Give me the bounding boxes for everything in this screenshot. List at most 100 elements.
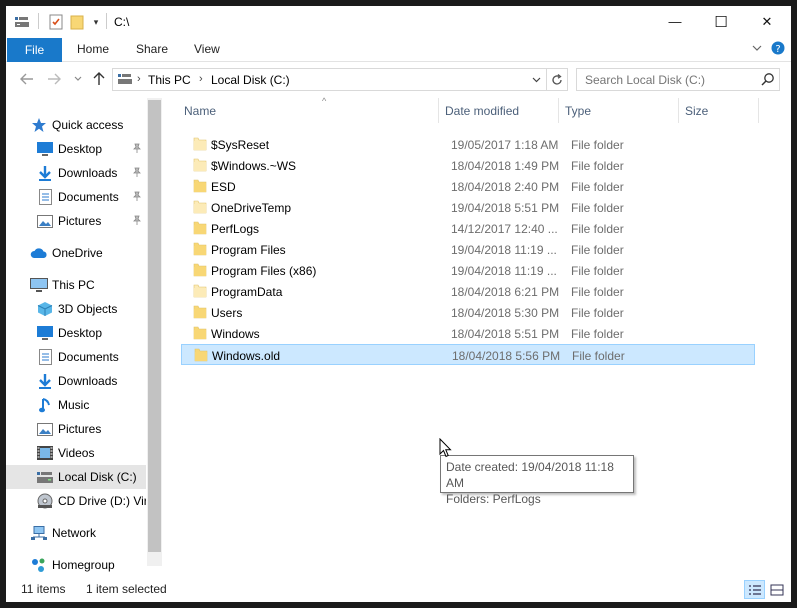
nav-label: Downloads (58, 166, 118, 180)
tab-share[interactable]: Share (136, 42, 168, 56)
search-icon[interactable] (761, 72, 775, 86)
help-icon[interactable]: ? (771, 41, 785, 58)
customize-qat-icon[interactable]: ▾ (90, 13, 102, 31)
nav-quick-access[interactable]: Quick access (6, 113, 146, 137)
scrollbar-thumb[interactable] (148, 100, 161, 552)
folder-icon (193, 221, 207, 235)
file-row[interactable]: $Windows.~WS 18/04/2018 1:49 PM File folde… (181, 155, 755, 176)
nav-cd-drive[interactable]: CD Drive (D:) Vir (6, 489, 146, 513)
breadcrumb-separator: › (199, 73, 203, 85)
refresh-button[interactable] (547, 68, 568, 91)
computer-icon (30, 276, 48, 294)
column-divider[interactable] (758, 98, 759, 123)
file-type: File folder (571, 264, 624, 278)
nav-qa-downloads[interactable]: Downloads (6, 161, 146, 185)
nav-downloads[interactable]: Downloads (6, 369, 146, 393)
nav-label: Homegroup (52, 558, 115, 572)
address-bar[interactable]: › This PC › Local Disk (C:) (112, 68, 547, 91)
pin-icon[interactable] (132, 143, 142, 156)
nav-videos[interactable]: Videos (6, 441, 146, 465)
system-menu-icon[interactable] (12, 13, 32, 31)
file-row[interactable]: OneDriveTemp 19/04/2018 5:51 PM File folde… (181, 197, 755, 218)
local-disk-icon (36, 468, 54, 486)
nav-documents[interactable]: Documents (6, 345, 146, 369)
breadcrumb-this-pc[interactable]: This PC (148, 73, 191, 87)
tab-view[interactable]: View (194, 42, 220, 56)
back-button[interactable] (19, 71, 35, 87)
properties-icon[interactable] (47, 13, 65, 31)
column-header-date-modified[interactable]: Date modified (445, 98, 555, 123)
breadcrumb-local-disk[interactable]: Local Disk (C:) (211, 73, 290, 87)
file-row[interactable]: Program Files 19/04/2018 11:19 ... File fo… (181, 239, 755, 260)
nav-homegroup[interactable]: Homegroup (6, 553, 146, 577)
pin-icon[interactable] (132, 215, 142, 228)
file-name: Users (211, 306, 243, 320)
minimize-button[interactable]: — (652, 6, 698, 37)
tooltip-folders: Folders: PerfLogs (446, 492, 541, 506)
ribbon-tabs: File Home Share View ? (6, 37, 791, 62)
folder-icon (193, 284, 207, 298)
chevron-down-icon[interactable] (752, 42, 762, 56)
folder-icon (193, 179, 207, 193)
address-dropdown-button[interactable] (526, 69, 546, 90)
nav-label: Downloads (58, 374, 118, 388)
file-row[interactable]: Program Files (x86) 19/04/2018 11:19 ... F… (181, 260, 755, 281)
column-divider[interactable] (558, 98, 559, 123)
file-name: Windows.old (212, 349, 281, 363)
recent-locations-button[interactable] (70, 71, 86, 87)
nav-scrollbar[interactable] (147, 98, 162, 566)
maximize-button[interactable]: ☐ (698, 6, 744, 37)
file-row[interactable]: ProgramData 18/04/2018 6:21 PM File folder (181, 281, 755, 302)
nav-local-disk[interactable]: Local Disk (C:) (6, 465, 146, 489)
folder-icon (193, 326, 207, 340)
nav-qa-documents[interactable]: Documents (6, 185, 146, 209)
file-date-modified: 19/04/2018 11:19 ... (451, 243, 557, 257)
nav-onedrive[interactable]: OneDrive (6, 241, 146, 265)
nav-label: Music (58, 398, 90, 412)
nav-music[interactable]: Music (6, 393, 146, 417)
large-icons-view-button[interactable] (766, 580, 787, 599)
search-input[interactable] (577, 69, 757, 90)
details-view-button[interactable] (744, 580, 765, 599)
file-row[interactable]: Windows 18/04/2018 5:51 PM File folder (181, 323, 755, 344)
column-divider[interactable] (678, 98, 679, 123)
pin-icon[interactable] (132, 191, 142, 204)
file-name: PerfLogs (211, 222, 260, 236)
column-header-name[interactable]: Name ^ (184, 96, 436, 123)
tooltip-date-created: Date created: 19/04/2018 11:18 AM (446, 460, 614, 490)
nav-qa-pictures[interactable]: Pictures (6, 209, 146, 233)
svg-text:?: ? (775, 44, 780, 55)
pin-icon[interactable] (132, 167, 142, 180)
forward-button[interactable] (46, 71, 62, 87)
new-folder-icon[interactable] (68, 13, 86, 31)
nav-qa-desktop[interactable]: Desktop (6, 137, 146, 161)
details-view-icon (748, 584, 761, 595)
tab-home[interactable]: Home (77, 42, 109, 56)
search-box[interactable] (576, 68, 780, 91)
column-header-size[interactable]: Size (685, 98, 755, 123)
tab-file[interactable]: File (7, 38, 62, 62)
file-row[interactable]: PerfLogs 14/12/2017 12:40 ... File folder (181, 218, 755, 239)
title-divider (38, 13, 39, 29)
nav-label: Videos (58, 446, 95, 460)
file-row[interactable]: ESD 18/04/2018 2:40 PM File folder (181, 176, 755, 197)
nav-desktop[interactable]: Desktop (6, 321, 146, 345)
file-row[interactable]: Users 18/04/2018 5:30 PM File folder (181, 302, 755, 323)
nav-this-pc[interactable]: This PC (6, 273, 146, 297)
up-button[interactable] (91, 71, 107, 87)
navigation-bar: › This PC › Local Disk (C:) (6, 63, 791, 96)
file-date-modified: 18/04/2018 5:56 PM (452, 349, 561, 363)
file-type: File folder (571, 180, 624, 194)
nav-3d-objects[interactable]: 3D Objects (6, 297, 146, 321)
column-header-type[interactable]: Type (565, 98, 675, 123)
selection-count: 1 item selected (86, 582, 167, 596)
music-icon (36, 396, 54, 414)
file-row[interactable]: $SysReset 19/05/2017 1:18 AM File folder (181, 134, 755, 155)
nav-pictures[interactable]: Pictures (6, 417, 146, 441)
file-row[interactable]: Windows.old 18/04/2018 5:56 PM File folder (181, 344, 755, 365)
nav-network[interactable]: Network (6, 521, 146, 545)
close-button[interactable]: ✕ (744, 6, 790, 37)
sort-ascending-icon: ^ (322, 96, 327, 106)
status-bar: 11 items 1 item selected (6, 578, 791, 602)
column-divider[interactable] (438, 98, 439, 123)
